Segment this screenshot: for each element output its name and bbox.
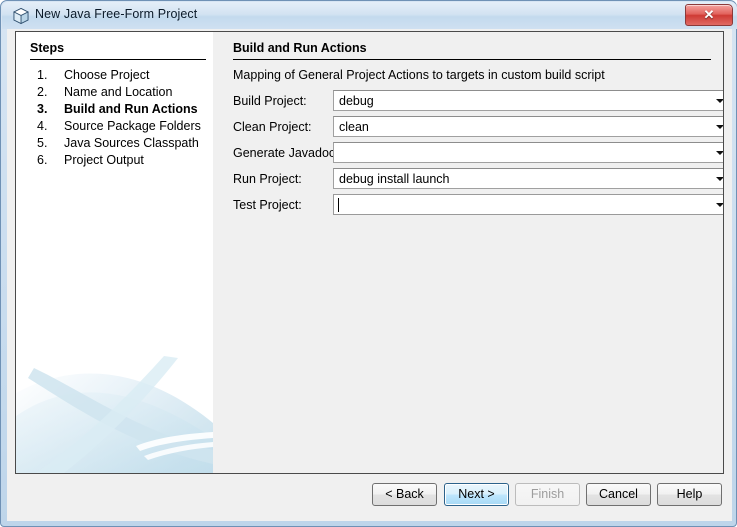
form-row-clean-project: Clean Project: clean xyxy=(213,116,723,142)
dialog-button-bar: < Back Next > Finish Cancel Help xyxy=(7,477,732,521)
step-label: Name and Location xyxy=(64,85,173,99)
step-label: Source Package Folders xyxy=(64,119,201,133)
steps-list: 1. Choose Project 2. Name and Location 3… xyxy=(30,68,213,170)
step-label: Choose Project xyxy=(64,68,150,82)
build-project-value: debug xyxy=(339,94,374,108)
step-item-2[interactable]: 2. Name and Location xyxy=(30,85,213,102)
test-project-combo[interactable] xyxy=(333,194,723,215)
content-area: Steps 1. Choose Project 2. Name and Loca… xyxy=(15,31,724,474)
main-panel: Build and Run Actions Mapping of General… xyxy=(213,32,723,473)
back-button[interactable]: < Back xyxy=(372,483,437,506)
dialog-window: New Java Free-Form Project ✕ Steps 1. Ch… xyxy=(0,0,737,527)
chevron-down-icon[interactable] xyxy=(712,170,723,187)
run-project-combo[interactable]: debug install launch xyxy=(333,168,723,189)
page-title: Build and Run Actions xyxy=(233,41,367,55)
step-number: 2. xyxy=(37,85,48,99)
step-number: 4. xyxy=(37,119,48,133)
steps-panel: Steps 1. Choose Project 2. Name and Loca… xyxy=(16,32,213,473)
actions-form: Build Project: debug Clean Project: clea… xyxy=(213,90,723,220)
step-item-6[interactable]: 6. Project Output xyxy=(30,153,213,170)
form-row-generate-javadoc: Generate Javadoc: xyxy=(213,142,723,168)
dialog-client-area: Steps 1. Choose Project 2. Name and Loca… xyxy=(7,29,732,521)
step-label: Java Sources Classpath xyxy=(64,136,199,150)
step-item-3-current[interactable]: 3. Build and Run Actions xyxy=(30,102,213,119)
window-title: New Java Free-Form Project xyxy=(35,7,198,21)
close-icon: ✕ xyxy=(703,7,715,22)
step-number: 5. xyxy=(37,136,48,150)
run-project-value: debug install launch xyxy=(339,172,450,186)
step-item-1[interactable]: 1. Choose Project xyxy=(30,68,213,85)
generate-javadoc-combo[interactable] xyxy=(333,142,723,163)
clean-project-value: clean xyxy=(339,120,369,134)
steps-heading: Steps xyxy=(30,41,65,55)
chevron-down-icon[interactable] xyxy=(712,144,723,161)
build-project-label: Build Project: xyxy=(233,94,307,108)
generate-javadoc-label: Generate Javadoc: xyxy=(233,146,339,160)
chevron-down-icon[interactable] xyxy=(712,92,723,109)
step-item-4[interactable]: 4. Source Package Folders xyxy=(30,119,213,136)
title-bar: New Java Free-Form Project ✕ xyxy=(2,2,737,29)
step-number: 6. xyxy=(37,153,48,167)
next-button[interactable]: Next > xyxy=(444,483,509,506)
run-project-label: Run Project: xyxy=(233,172,302,186)
text-caret xyxy=(338,198,339,212)
clean-project-combo[interactable]: clean xyxy=(333,116,723,137)
decorative-swoosh-graphic xyxy=(16,356,213,473)
step-number: 3. xyxy=(37,102,48,116)
close-button[interactable]: ✕ xyxy=(685,4,733,26)
step-item-5[interactable]: 5. Java Sources Classpath xyxy=(30,136,213,153)
test-project-label: Test Project: xyxy=(233,198,302,212)
java-cube-icon xyxy=(12,7,30,25)
step-label: Build and Run Actions xyxy=(64,102,198,116)
finish-button: Finish xyxy=(515,483,580,506)
page-title-divider xyxy=(233,59,711,60)
page-description: Mapping of General Project Actions to ta… xyxy=(233,68,605,82)
steps-divider xyxy=(30,59,206,60)
cancel-button[interactable]: Cancel xyxy=(586,483,651,506)
form-row-run-project: Run Project: debug install launch xyxy=(213,168,723,194)
step-label: Project Output xyxy=(64,153,144,167)
form-row-build-project: Build Project: debug xyxy=(213,90,723,116)
chevron-down-icon[interactable] xyxy=(712,196,723,213)
form-row-test-project: Test Project: xyxy=(213,194,723,220)
step-number: 1. xyxy=(37,68,48,82)
clean-project-label: Clean Project: xyxy=(233,120,312,134)
help-button[interactable]: Help xyxy=(657,483,722,506)
build-project-combo[interactable]: debug xyxy=(333,90,723,111)
chevron-down-icon[interactable] xyxy=(712,118,723,135)
